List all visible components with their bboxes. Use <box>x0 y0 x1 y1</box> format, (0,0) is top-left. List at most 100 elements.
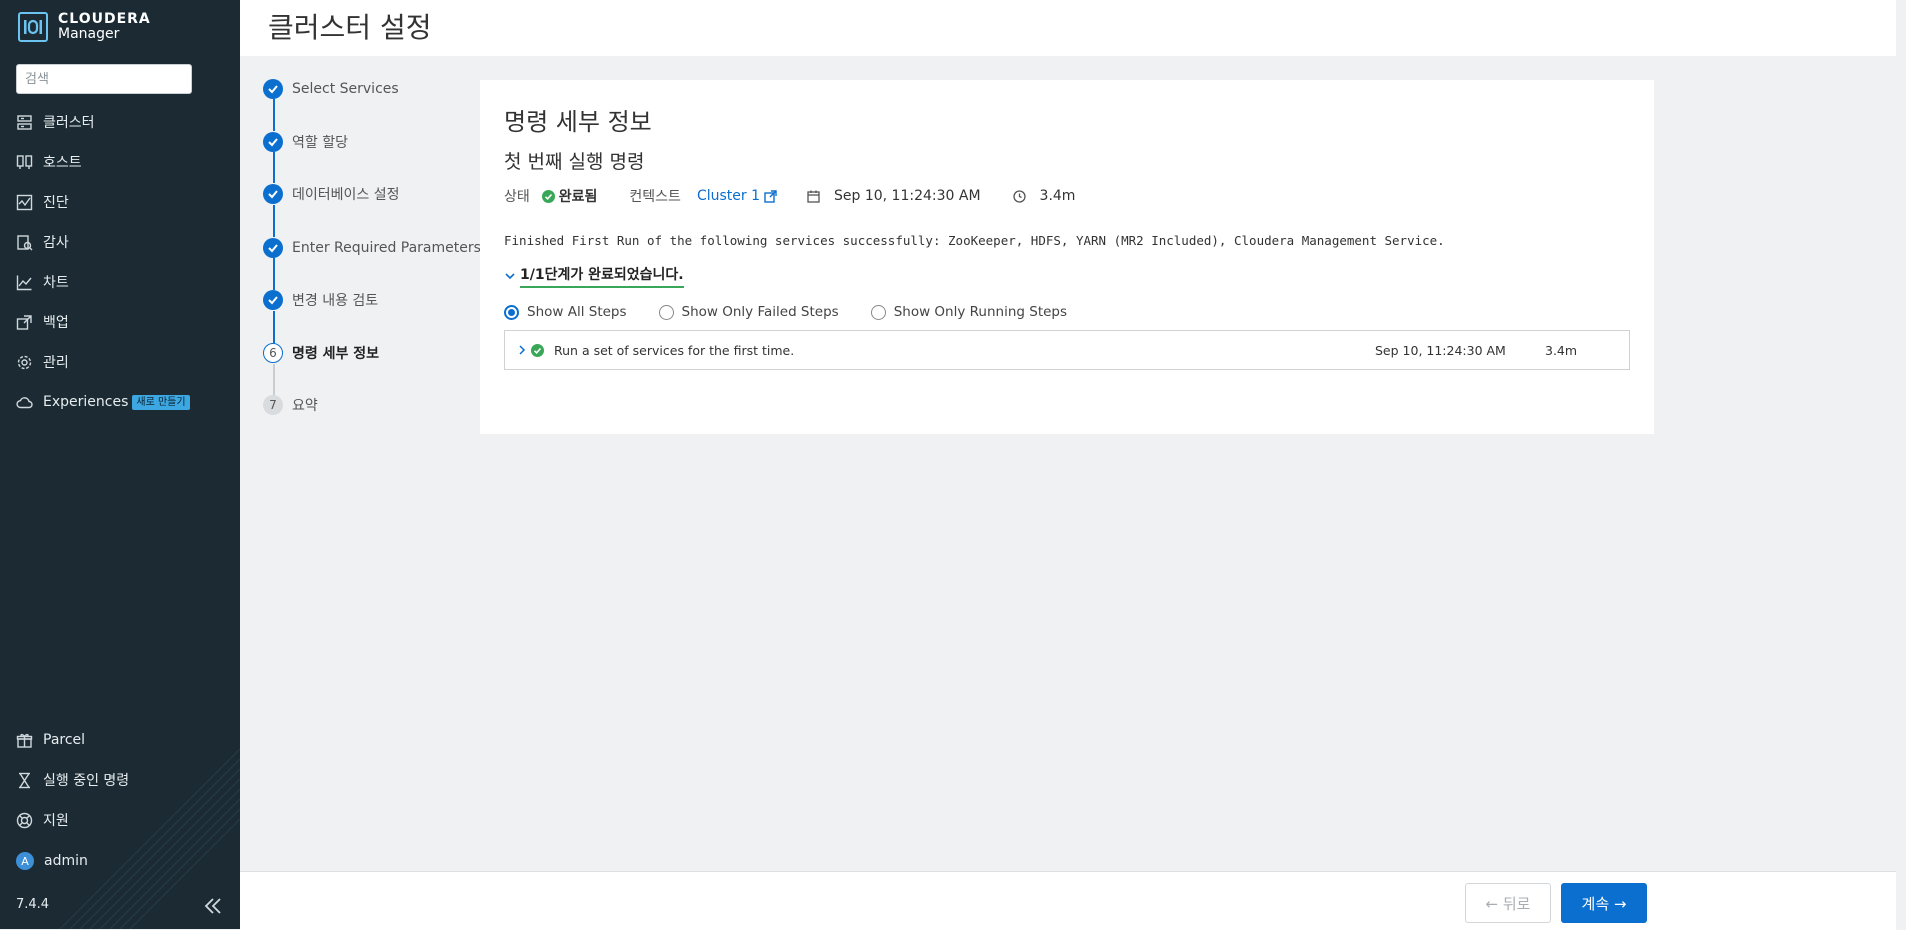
steps-summary-text: 1/1단계가 완료되었습니다. <box>520 264 684 288</box>
command-details-card: 명령 세부 정보 첫 번째 실행 명령 상태 완료됨 컨텍스트 Cluster … <box>480 80 1654 434</box>
sidebar-item-parcel[interactable]: Parcel <box>16 728 85 752</box>
step-label: 데이터베이스 설정 <box>292 187 400 203</box>
sidebar-item-clusters[interactable]: 클러스터 <box>16 110 95 134</box>
step-description: Run a set of services for the first time… <box>554 342 795 358</box>
clock-icon <box>1012 189 1026 203</box>
context-label: 컨텍스트 <box>629 189 681 205</box>
check-circle-icon <box>263 79 283 99</box>
audit-icon <box>17 234 33 250</box>
gift-icon <box>16 733 33 748</box>
radio-label: Show All Steps <box>527 304 627 320</box>
back-button[interactable]: ← 뒤로 <box>1465 883 1551 923</box>
sidebar-item-running-commands[interactable]: 실행 중인 명령 <box>16 768 129 792</box>
step-connector <box>273 99 275 131</box>
cloud-icon <box>16 396 33 408</box>
sidebar-item-diagnostics[interactable]: 진단 <box>16 190 69 214</box>
sidebar-item-label: 호스트 <box>43 155 82 171</box>
radio-button[interactable] <box>658 304 674 320</box>
sidebar-item-label: Parcel <box>43 732 86 748</box>
step-time: Sep 10, 11:24:30 AM <box>1375 342 1506 358</box>
step-label: Enter Required Parameters <box>292 240 481 256</box>
radio-button[interactable] <box>870 304 886 320</box>
wizard-footer: ← 뒤로 계속 → <box>240 871 1896 930</box>
brand-product: Manager <box>58 26 120 42</box>
hosts-icon <box>16 154 33 169</box>
step-connector <box>273 364 275 396</box>
wizard-step-review-changes[interactable]: 변경 내용 검토 <box>263 290 378 310</box>
command-date: Sep 10, 11:24:30 AM <box>834 188 981 204</box>
user-name: admin <box>44 853 88 869</box>
wizard-step-database-setup[interactable]: 데이터베이스 설정 <box>263 184 400 204</box>
status-label: 상태 <box>504 189 530 205</box>
brand-name: CLOUDERA <box>58 11 151 27</box>
sidebar-item-label: 감사 <box>43 235 69 251</box>
hourglass-icon <box>19 772 30 788</box>
sidebar-item-hosts[interactable]: 호스트 <box>16 150 82 174</box>
success-check-icon <box>531 343 544 357</box>
page-header: 클러스터 설정 <box>240 0 1896 56</box>
check-circle-icon <box>263 238 283 258</box>
step-label: 역할 할당 <box>292 135 348 151</box>
sidebar: CLOUDERA Manager 클러스터 호스트 진단 감사 차트 백업 관리… <box>0 0 240 929</box>
sidebar-item-label: 실행 중인 명령 <box>43 773 130 789</box>
command-result-message: Finished First Run of the following serv… <box>504 233 1445 248</box>
step-label: 명령 세부 정보 <box>292 346 380 362</box>
sidebar-item-label: 백업 <box>43 315 69 331</box>
step-number: 6 <box>263 343 283 363</box>
step-label: Select Services <box>292 81 399 97</box>
filter-failed-steps[interactable]: Show Only Failed Steps <box>658 304 839 320</box>
sidebar-item-charts[interactable]: 차트 <box>16 270 69 294</box>
sidebar-item-label: 지원 <box>43 813 69 829</box>
step-label: 변경 내용 검토 <box>292 293 379 309</box>
wizard-step-select-services[interactable]: Select Services <box>263 79 399 99</box>
wizard-step-required-parameters[interactable]: Enter Required Parameters <box>263 238 481 258</box>
chevron-right-icon[interactable] <box>517 345 527 355</box>
chevron-down-icon <box>505 273 515 280</box>
context-link-text: Cluster 1 <box>696 188 760 204</box>
wizard-step-summary[interactable]: 7 요약 <box>263 395 318 415</box>
sidebar-item-administration[interactable]: 관리 <box>16 350 69 374</box>
step-filter-group: Show All Steps Show Only Failed Steps Sh… <box>504 304 1099 320</box>
cloudera-logo-icon <box>18 12 48 42</box>
step-connector <box>273 311 275 343</box>
sidebar-item-audit[interactable]: 감사 <box>16 230 69 254</box>
card-heading: 명령 세부 정보 <box>504 108 652 136</box>
radio-button[interactable] <box>504 304 519 320</box>
diagnostics-icon <box>16 194 33 210</box>
page-title: 클러스터 설정 <box>268 11 432 44</box>
calendar-icon <box>807 190 820 203</box>
table-row[interactable]: Run a set of services for the first time… <box>504 330 1630 370</box>
collapse-sidebar-icon[interactable] <box>203 896 223 916</box>
status-value: 완료됨 <box>558 189 598 205</box>
sidebar-item-backup[interactable]: 백업 <box>16 310 69 334</box>
search-input[interactable] <box>16 64 192 94</box>
wizard-step-assign-roles[interactable]: 역할 할당 <box>263 132 348 152</box>
avatar: A <box>16 852 34 870</box>
wizard-step-command-details[interactable]: 6 명령 세부 정보 <box>263 343 379 363</box>
step-connector <box>273 152 275 183</box>
command-duration: 3.4m <box>1039 188 1076 204</box>
sidebar-item-experiences[interactable]: Experiences 새로 만들기 <box>16 390 190 414</box>
context-link[interactable]: Cluster 1 <box>697 188 777 204</box>
backup-icon <box>16 314 32 330</box>
brand-logo[interactable]: CLOUDERA Manager <box>18 12 151 42</box>
steps-summary-toggle[interactable]: 1/1단계가 완료되었습니다. <box>504 264 684 288</box>
step-connector <box>273 205 275 237</box>
success-check-icon <box>541 189 555 203</box>
scrollbar-track <box>1896 0 1906 929</box>
radio-label: Show Only Running Steps <box>893 304 1068 320</box>
external-link-icon <box>764 189 777 203</box>
continue-button[interactable]: 계속 → <box>1561 883 1647 923</box>
filter-all-steps[interactable]: Show All Steps <box>504 304 627 320</box>
cluster-icon <box>17 114 32 130</box>
sidebar-item-label: Experiences <box>43 394 129 410</box>
filter-running-steps[interactable]: Show Only Running Steps <box>870 304 1068 320</box>
check-circle-icon <box>263 132 283 152</box>
sidebar-item-support[interactable]: 지원 <box>16 808 69 832</box>
step-label: 요약 <box>292 398 318 414</box>
sidebar-item-label: 클러스터 <box>43 115 95 131</box>
status-badge: 완료됨 <box>541 186 598 206</box>
support-icon <box>16 812 33 828</box>
sidebar-item-user[interactable]: A admin <box>16 849 88 873</box>
card-subheading: 첫 번째 실행 명령 <box>504 151 645 173</box>
